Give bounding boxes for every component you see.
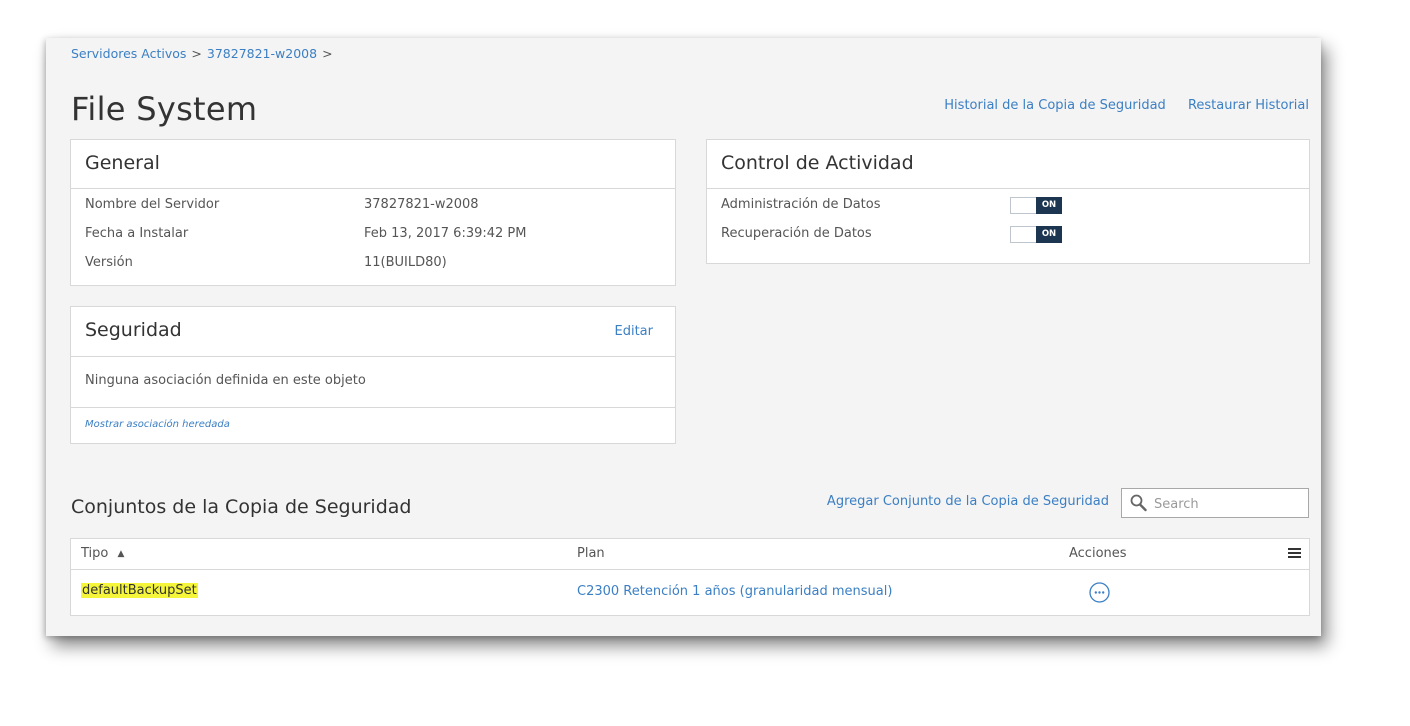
search-box bbox=[1121, 488, 1309, 518]
table-header: Tipo ▲ Plan Acciones bbox=[71, 539, 1309, 570]
activity-row-data-recovery: Recuperación de Datos ON bbox=[707, 220, 1309, 249]
data-recovery-label: Recuperación de Datos bbox=[721, 226, 872, 241]
general-row-server-name: Nombre del Servidor 37827821-w2008 bbox=[71, 191, 675, 220]
security-panel-title: Seguridad bbox=[85, 319, 182, 341]
search-input[interactable] bbox=[1152, 493, 1306, 515]
activity-control-panel: Control de Actividad Administración de D… bbox=[706, 139, 1310, 264]
security-body: Ninguna asociación definida en este obje… bbox=[71, 357, 675, 408]
server-name-value: 37827821-w2008 bbox=[364, 197, 479, 212]
add-backup-set-link[interactable]: Agregar Conjunto de la Copia de Segurida… bbox=[827, 494, 1109, 509]
general-panel-header: General bbox=[71, 140, 675, 189]
show-inherited-association-link[interactable]: Mostrar asociación heredada bbox=[85, 419, 230, 430]
activity-row-data-management: Administración de Datos ON bbox=[707, 191, 1309, 220]
security-panel-header: Seguridad Editar bbox=[71, 307, 675, 357]
page-title: File System bbox=[71, 90, 258, 128]
breadcrumb-separator: > bbox=[191, 46, 202, 61]
restore-history-link[interactable]: Restaurar Historial bbox=[1188, 98, 1309, 113]
version-value: 11(BUILD80) bbox=[364, 255, 447, 270]
backup-set-plan-link[interactable]: C2300 Retención 1 años (granularidad men… bbox=[577, 584, 892, 599]
search-icon bbox=[1130, 494, 1147, 516]
activity-panel-header: Control de Actividad bbox=[707, 140, 1309, 189]
server-name-label: Nombre del Servidor bbox=[85, 197, 220, 212]
data-recovery-toggle[interactable]: ON bbox=[1010, 226, 1062, 243]
general-panel: General Nombre del Servidor 37827821-w20… bbox=[70, 139, 676, 286]
header-links: Historial de la Copia de Seguridad Resta… bbox=[926, 98, 1309, 113]
more-actions-icon[interactable] bbox=[1089, 582, 1110, 607]
breadcrumb: Servidores Activos >37827821-w2008 > bbox=[71, 46, 338, 61]
column-menu-icon[interactable] bbox=[1288, 547, 1301, 563]
column-header-tipo[interactable]: Tipo ▲ bbox=[81, 546, 124, 561]
security-edit-link[interactable]: Editar bbox=[615, 324, 654, 339]
file-system-page: Servidores Activos >37827821-w2008 > File … bbox=[46, 38, 1321, 636]
data-management-toggle[interactable]: ON bbox=[1010, 197, 1062, 214]
toggle-on-label: ON bbox=[1036, 197, 1062, 214]
general-row-version: Versión 11(BUILD80) bbox=[71, 249, 675, 278]
sort-ascending-icon: ▲ bbox=[117, 549, 125, 559]
backup-sets-title: Conjuntos de la Copia de Seguridad bbox=[71, 496, 412, 518]
backup-sets-table: Tipo ▲ Plan Acciones defaultBackupSet C2… bbox=[70, 538, 1310, 616]
general-row-install-date: Fecha a Instalar Feb 13, 2017 6:39:42 PM bbox=[71, 220, 675, 249]
security-panel: Seguridad Editar Ninguna asociación defi… bbox=[70, 306, 676, 444]
data-management-label: Administración de Datos bbox=[721, 197, 881, 212]
breadcrumb-active-servers[interactable]: Servidores Activos bbox=[71, 46, 186, 61]
column-header-tipo-label: Tipo bbox=[81, 546, 109, 561]
table-row: defaultBackupSet C2300 Retención 1 años … bbox=[71, 570, 1309, 615]
install-date-label: Fecha a Instalar bbox=[85, 226, 189, 241]
toggle-on-label: ON bbox=[1036, 226, 1062, 243]
version-label: Versión bbox=[85, 255, 133, 270]
breadcrumb-separator: > bbox=[322, 46, 333, 61]
security-empty-text: Ninguna asociación definida en este obje… bbox=[85, 373, 366, 388]
backup-history-link[interactable]: Historial de la Copia de Seguridad bbox=[944, 98, 1166, 113]
breadcrumb-server[interactable]: 37827821-w2008 bbox=[207, 46, 317, 61]
security-footer: Mostrar asociación heredada bbox=[71, 408, 675, 442]
install-date-value: Feb 13, 2017 6:39:42 PM bbox=[364, 226, 527, 241]
column-header-acciones[interactable]: Acciones bbox=[1069, 546, 1127, 561]
backup-set-name[interactable]: defaultBackupSet bbox=[81, 583, 198, 598]
general-panel-title: General bbox=[85, 152, 160, 174]
column-header-plan[interactable]: Plan bbox=[577, 546, 605, 561]
activity-panel-title: Control de Actividad bbox=[721, 152, 914, 174]
